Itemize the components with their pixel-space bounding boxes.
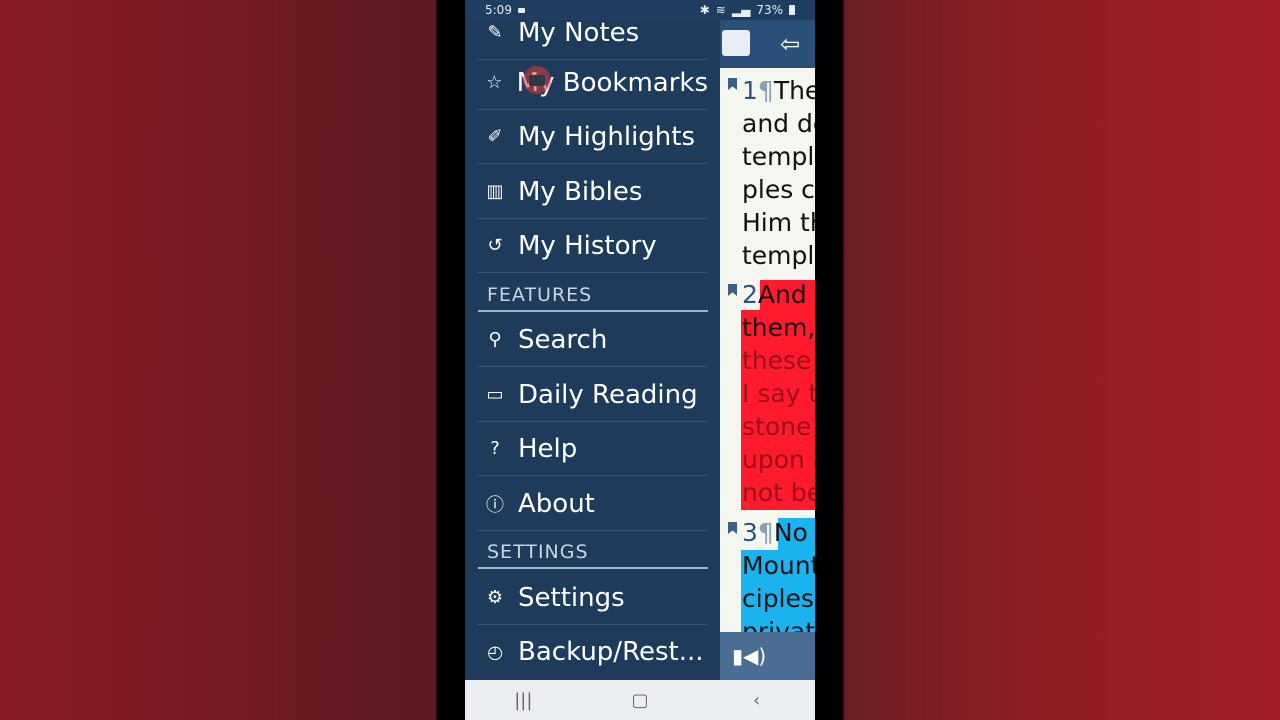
paragraph-mark: ¶ xyxy=(757,76,774,105)
verse-text: not be xyxy=(742,478,815,507)
verse-text: No xyxy=(773,518,808,547)
drawer-item-label: About xyxy=(518,488,595,519)
reader-toolbar: ⇦ xyxy=(720,20,815,68)
verse-text: Mount xyxy=(742,551,815,580)
verse-text: The xyxy=(773,76,815,105)
verse-text: And xyxy=(757,280,807,309)
verse-text: stone xyxy=(742,412,812,441)
drawer-item-daily-reading[interactable]: ▭ Daily Reading xyxy=(478,368,708,422)
drawer-item-label: Help xyxy=(518,433,578,464)
verse-number: 3 xyxy=(742,518,758,547)
drawer-item-label: Settings xyxy=(518,582,625,613)
verse-text: Him th xyxy=(742,208,815,237)
verse-text: ciples xyxy=(742,584,814,613)
drawer-item-backup-restore[interactable]: ◴ Backup/Rest... xyxy=(478,625,708,679)
drawer-item-my-bibles[interactable]: ▥ My Bibles xyxy=(478,165,708,219)
books-icon: ▥ xyxy=(486,181,504,202)
verse-text: them, xyxy=(742,313,815,342)
drawer-item-label: My History xyxy=(518,230,657,261)
recent-apps-icon[interactable]: ||| xyxy=(503,685,543,715)
back-icon[interactable]: ‹ xyxy=(737,685,777,715)
verse-text: temple xyxy=(742,142,815,171)
history-icon: ↺ xyxy=(487,235,503,256)
drawer-item-label: Search xyxy=(518,324,608,355)
drawer-item-about[interactable]: ⓘ About xyxy=(478,477,708,531)
gear-icon: ⚙ xyxy=(486,587,504,608)
phone-screen: 5:09 ✱ ≋ ▂▄ 73% ✎ My Notes ☆ My Bookmark… xyxy=(465,0,815,720)
screen-record-indicator xyxy=(523,66,551,94)
drawer-item-label: My Highlights xyxy=(518,121,696,152)
book-open-icon: ▭ xyxy=(486,384,504,405)
star-icon: ☆ xyxy=(486,72,503,93)
clock-icon: ◴ xyxy=(487,641,503,663)
drawer-item-search[interactable]: ⚲ Search xyxy=(478,313,708,367)
verse-number: 1 xyxy=(742,76,758,105)
reader-bottom-bar: ▮◀) xyxy=(720,632,815,680)
highlighter-icon: ✐ xyxy=(487,126,503,147)
search-icon: ⚲ xyxy=(488,329,502,350)
drawer-item-label: My Notes xyxy=(518,17,640,48)
signal-icon: ▂▄ xyxy=(731,3,751,17)
drawer-item-my-highlights[interactable]: ✐ My Highlights xyxy=(478,110,708,164)
android-nav-bar: ||| ▢ ‹ xyxy=(465,680,815,720)
drawer-item-label: Backup/Rest... xyxy=(518,637,704,667)
navigation-drawer: ✎ My Notes ☆ My Bookmarks ✐ My Highlight… xyxy=(465,18,720,680)
drawer-item-my-notes[interactable]: ✎ My Notes xyxy=(478,6,708,60)
audio-bible-icon[interactable]: ▮◀) xyxy=(732,644,766,668)
battery-percent: 73% xyxy=(756,3,783,17)
section-settings: SETTINGS xyxy=(478,539,708,569)
home-icon[interactable]: ▢ xyxy=(620,685,660,715)
paragraph-mark: ¶ xyxy=(757,518,774,547)
bible-reader-panel: ⇦ 1¶The and de temple ples c Him th temp… xyxy=(720,20,815,680)
verse-text: ples c xyxy=(742,175,815,204)
drawer-item-label: My Bibles xyxy=(518,176,643,207)
section-features: FEATURES xyxy=(478,282,708,312)
verse-number: 2 xyxy=(742,280,758,309)
bookmark-icon[interactable] xyxy=(728,284,737,296)
verse-text: these xyxy=(742,346,812,375)
verse-text: and de xyxy=(742,109,815,138)
drawer-item-help[interactable]: ? Help xyxy=(478,422,708,476)
verse-text: upon a xyxy=(742,445,815,474)
bookmark-icon[interactable] xyxy=(728,522,737,534)
drawer-item-my-history[interactable]: ↺ My History xyxy=(478,219,708,273)
bible-book-icon[interactable] xyxy=(722,30,750,56)
drawer-item-settings[interactable]: ⚙ Settings xyxy=(478,571,708,625)
drawer-item-label: Daily Reading xyxy=(518,379,698,410)
bookmark-icon[interactable] xyxy=(728,78,737,90)
help-icon: ? xyxy=(490,438,500,459)
drawer-item-my-bookmarks[interactable]: ☆ My Bookmarks xyxy=(478,56,708,110)
verse-text: I say t xyxy=(742,379,815,408)
back-arrow-icon[interactable]: ⇦ xyxy=(780,30,800,58)
wifi-icon: ≋ xyxy=(715,3,726,17)
battery-icon xyxy=(789,5,795,15)
info-icon: ⓘ xyxy=(486,494,504,516)
pen-icon: ✎ xyxy=(487,22,503,43)
verse-text: temple xyxy=(742,241,815,270)
